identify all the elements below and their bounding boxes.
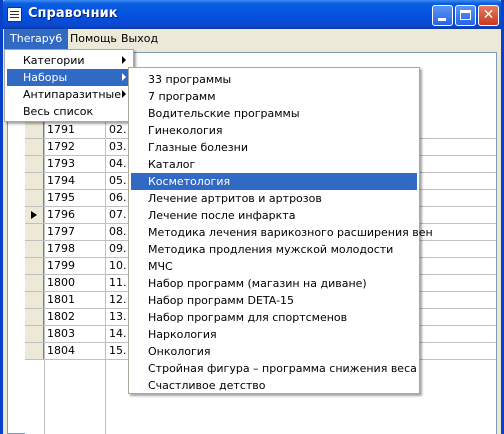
row-id-cell[interactable]: 1793 xyxy=(44,156,106,172)
therapy6-dropdown: Категории Наборы Антипаразитные Весь спи… xyxy=(4,49,134,122)
submenu-item[interactable]: Методика продления мужской молодости xyxy=(131,241,417,258)
menu-item-full-list[interactable]: Весь список xyxy=(7,103,131,120)
submenu-item[interactable]: Косметология xyxy=(131,173,417,190)
submenu-item[interactable]: МЧС xyxy=(131,258,417,275)
row-id-cell[interactable]: 1804 xyxy=(44,343,106,359)
row-id-cell[interactable]: 1796 xyxy=(44,207,106,223)
row-id-cell[interactable]: 1792 xyxy=(44,139,106,155)
row-indicator[interactable] xyxy=(25,292,44,308)
close-button[interactable]: ✕ xyxy=(478,5,499,26)
submenu-item[interactable]: Счастливое детство xyxy=(131,377,417,394)
row-id-cell[interactable]: 1794 xyxy=(44,173,106,189)
row-indicator[interactable] xyxy=(25,258,44,274)
row-indicator[interactable] xyxy=(25,241,44,257)
submenu-item[interactable]: Гинекология xyxy=(131,122,417,139)
submenu-item[interactable]: Стройная фигура – программа снижения вес… xyxy=(131,360,417,377)
submenu-arrow-icon xyxy=(122,90,126,98)
submenu-item[interactable]: Каталог xyxy=(131,156,417,173)
submenu-arrow-icon xyxy=(122,73,126,81)
submenu-item[interactable]: Онкология xyxy=(131,343,417,360)
row-indicator[interactable] xyxy=(25,139,44,155)
row-id-cell[interactable]: 1799 xyxy=(44,258,106,274)
maximize-button[interactable] xyxy=(455,5,476,26)
window-title: Справочник xyxy=(28,6,118,21)
menu-item-label: Антипаразитные xyxy=(23,88,121,101)
title-bar[interactable]: Справочник ✕ xyxy=(3,0,501,29)
app-icon xyxy=(7,7,22,22)
menu-item-antiparasitic[interactable]: Антипаразитные xyxy=(7,86,131,103)
row-id-cell[interactable]: 1798 xyxy=(44,241,106,257)
submenu-item[interactable]: Лечение после инфаркта xyxy=(131,207,417,224)
menu-item-label: Наборы xyxy=(23,71,68,84)
row-indicator[interactable] xyxy=(25,224,44,240)
row-id-cell[interactable]: 1795 xyxy=(44,190,106,206)
row-indicator[interactable] xyxy=(25,309,44,325)
close-icon: ✕ xyxy=(482,7,495,23)
menu-item-categories[interactable]: Категории xyxy=(7,52,131,69)
menu-item-sets[interactable]: Наборы xyxy=(7,69,131,86)
row-indicator[interactable] xyxy=(25,190,44,206)
row-indicator[interactable] xyxy=(25,156,44,172)
submenu-item[interactable]: Набор программ для спортсменов xyxy=(131,309,417,326)
submenu-item[interactable]: 33 программы xyxy=(131,71,417,88)
row-id-cell[interactable]: 1791 xyxy=(44,122,106,138)
menu-bar: Therapy6 Помощь Выход xyxy=(3,29,501,49)
submenu-arrow-icon xyxy=(122,56,126,64)
row-indicator[interactable] xyxy=(25,122,44,138)
minimize-button[interactable] xyxy=(432,5,453,26)
row-id-cell[interactable]: 1800 xyxy=(44,275,106,291)
submenu-item[interactable]: Водительские программы xyxy=(131,105,417,122)
menu-item-label: Весь список xyxy=(23,105,94,118)
submenu-item[interactable]: Наркология xyxy=(131,326,417,343)
current-row-arrow-icon xyxy=(31,211,37,219)
row-indicator[interactable] xyxy=(25,275,44,291)
row-id-cell[interactable]: 1801 xyxy=(44,292,106,308)
menu-therapy6[interactable]: Therapy6 xyxy=(4,29,69,49)
row-id-cell[interactable]: 1802 xyxy=(44,309,106,325)
minimize-icon xyxy=(438,18,446,21)
row-indicator[interactable] xyxy=(25,326,44,342)
submenu-item[interactable]: Набор программ (магазин на диване) xyxy=(131,275,417,292)
row-indicator[interactable] xyxy=(25,173,44,189)
maximize-icon xyxy=(460,10,471,20)
submenu-item[interactable]: Набор программ DETA-15 xyxy=(131,292,417,309)
submenu-item[interactable]: Методика лечения варикозного расширения … xyxy=(131,224,433,241)
row-indicator[interactable] xyxy=(25,343,44,359)
row-id-cell[interactable]: 1797 xyxy=(44,224,106,240)
menu-item-label: Категории xyxy=(23,54,85,67)
submenu-item[interactable]: 7 программ xyxy=(131,88,417,105)
submenu-item[interactable]: Глазные болезни xyxy=(131,139,417,156)
sets-submenu: 33 программы 7 программ Водительские прогр… xyxy=(128,67,433,394)
row-indicator[interactable] xyxy=(25,207,44,223)
row-id-cell[interactable]: 1803 xyxy=(44,326,106,342)
submenu-item[interactable]: Лечение артритов и артрозов xyxy=(131,190,417,207)
menu-exit[interactable]: Выход xyxy=(115,29,164,49)
